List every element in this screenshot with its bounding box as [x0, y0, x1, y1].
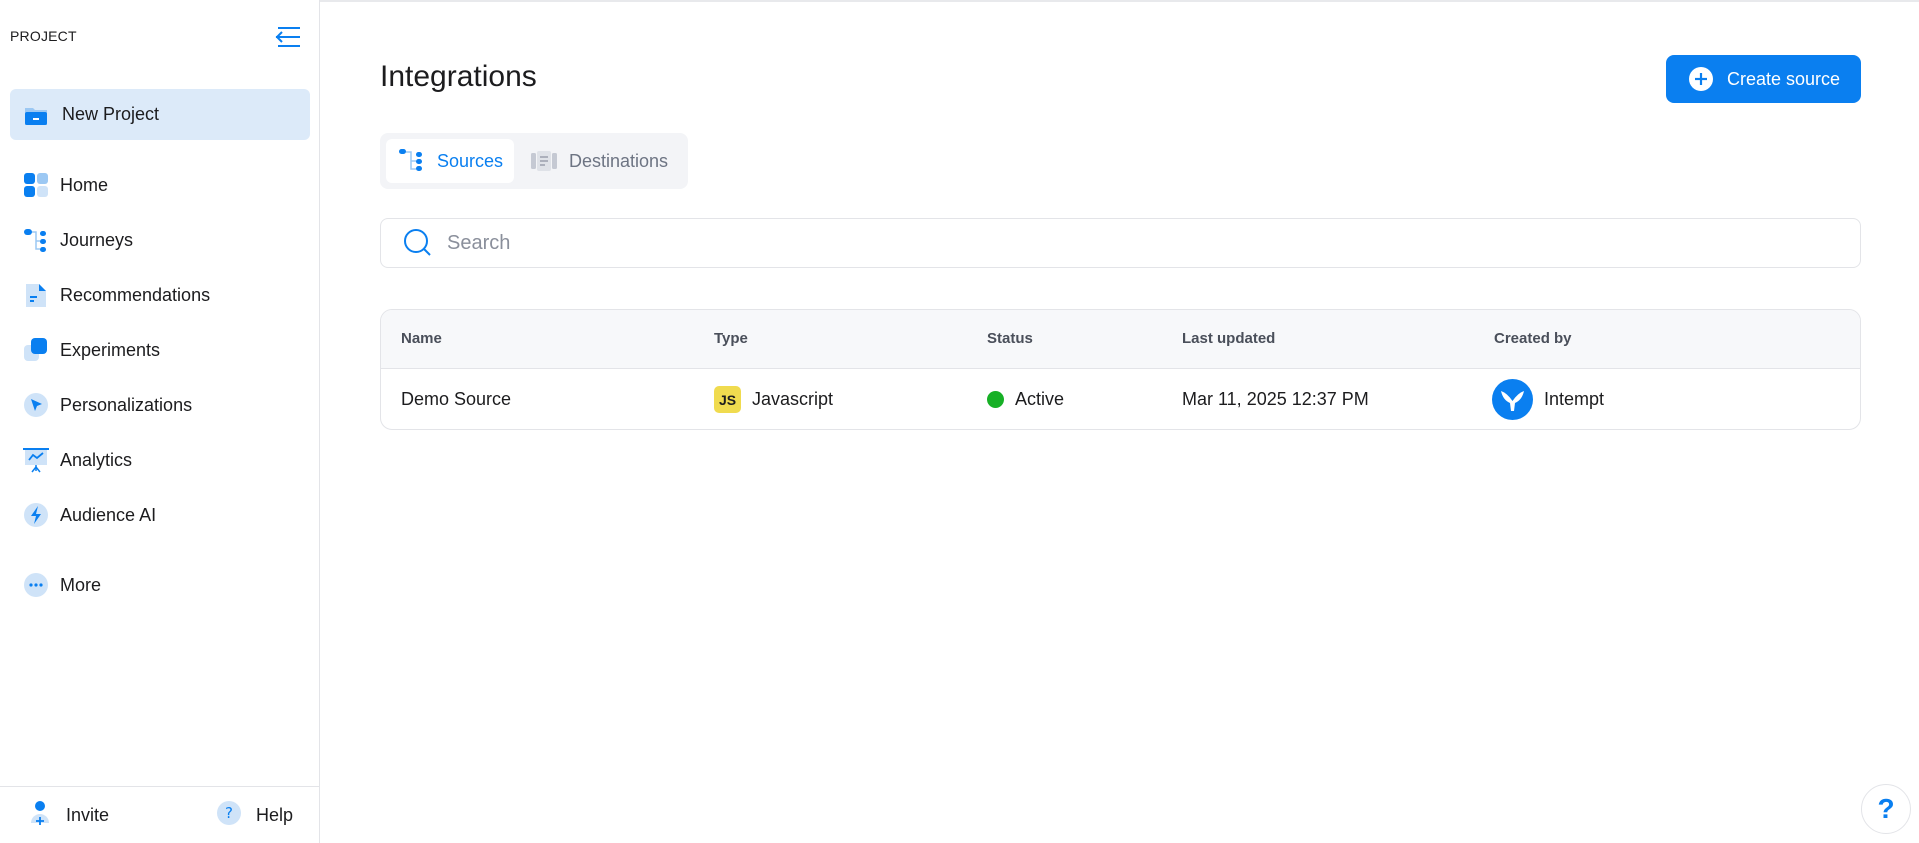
home-grid-icon	[22, 171, 50, 199]
journeys-icon	[22, 226, 50, 254]
help-floating-button[interactable]: ?	[1861, 784, 1911, 834]
destinations-icon	[529, 148, 559, 174]
status-active-dot-icon	[987, 391, 1004, 408]
project-name: New Project	[62, 104, 160, 124]
source-type-cell: JS Javascript	[714, 369, 834, 429]
experiments-icon	[22, 336, 50, 364]
search-input[interactable]	[447, 231, 1827, 255]
sidebar-item-label: Experiments	[60, 339, 161, 360]
sidebar-item-label: Analytics	[60, 449, 133, 470]
more-dots-icon	[22, 571, 50, 599]
question-mark-icon: ?	[1877, 793, 1895, 824]
source-type: Javascript	[752, 389, 834, 409]
javascript-icon: JS	[714, 386, 741, 413]
integration-tabs: Sources Destinations	[380, 133, 688, 189]
cursor-icon	[22, 391, 50, 419]
search-bar	[380, 218, 1861, 268]
plus-circle-icon	[1689, 67, 1713, 91]
sidebar-item-label: Audience AI	[60, 504, 157, 525]
help-label: Help	[256, 805, 294, 825]
sidebar-item-label: Personalizations	[60, 394, 193, 415]
sidebar-footer: Invite ? Help	[0, 786, 320, 843]
sidebar-item-label: Home	[60, 174, 109, 195]
sidebar-item-analytics[interactable]: Analytics	[10, 439, 310, 481]
folder-icon	[22, 101, 50, 129]
status-cell: Active	[987, 369, 1065, 429]
sidebar-item-journeys[interactable]: Journeys	[10, 219, 310, 261]
create-source-label: Create source	[1727, 68, 1841, 89]
collapse-sidebar-icon[interactable]	[274, 24, 302, 50]
sidebar-item-label: Journeys	[60, 229, 134, 250]
last-updated: Mar 11, 2025 12:37 PM	[1182, 389, 1369, 409]
invite-label: Invite	[66, 805, 110, 825]
sidebar-item-personalizations[interactable]: Personalizations	[10, 384, 310, 426]
help-button[interactable]: ? Help	[216, 787, 293, 843]
table-row[interactable]: Demo Source JS Javascript Active Mar 11,…	[381, 369, 1860, 429]
page-title: Integrations	[380, 60, 537, 93]
lightning-icon	[22, 501, 50, 529]
column-header-type[interactable]: Type	[714, 330, 748, 347]
presentation-chart-icon	[22, 446, 50, 474]
source-name: Demo Source	[401, 389, 512, 409]
invite-button[interactable]: Invite	[28, 787, 109, 843]
sidebar-item-experiments[interactable]: Experiments	[10, 329, 310, 371]
sidebar: PROJECT New Project Home Journeys Recomm…	[0, 0, 320, 843]
sidebar-section-label: PROJECT	[10, 28, 77, 44]
question-circle-icon: ?	[216, 800, 242, 831]
sidebar-item-label: More	[60, 574, 102, 595]
tab-destinations[interactable]: Destinations	[518, 139, 682, 183]
sidebar-item-more[interactable]: More	[10, 564, 310, 606]
table-header: Name Type Status Last updated Created by	[381, 310, 1860, 369]
sidebar-item-label: Recommendations	[60, 284, 211, 305]
created-by-name: Intempt	[1544, 389, 1605, 409]
search-icon	[403, 228, 433, 258]
sidebar-item-home[interactable]: Home	[10, 164, 310, 206]
tab-label: Destinations	[569, 150, 669, 171]
project-selector[interactable]: New Project	[10, 89, 310, 140]
svg-text:?: ?	[225, 804, 233, 822]
sources-table: Name Type Status Last updated Created by…	[380, 309, 1861, 430]
create-source-button[interactable]: Create source	[1666, 55, 1861, 103]
intempt-logo-icon	[1492, 379, 1533, 420]
sidebar-item-recommendations[interactable]: Recommendations	[10, 274, 310, 316]
tab-sources[interactable]: Sources	[386, 139, 514, 183]
column-header-status[interactable]: Status	[987, 330, 1033, 347]
sources-icon	[397, 148, 427, 174]
status-badge: Active	[1015, 389, 1065, 409]
created-by-cell: Intempt	[1492, 369, 1605, 429]
column-header-last-updated[interactable]: Last updated	[1182, 330, 1275, 347]
add-user-icon	[28, 799, 52, 832]
sidebar-item-audience-ai[interactable]: Audience AI	[10, 494, 310, 536]
tab-label: Sources	[437, 150, 504, 171]
column-header-name[interactable]: Name	[401, 330, 442, 347]
column-header-created-by[interactable]: Created by	[1494, 330, 1572, 347]
document-icon	[22, 281, 50, 309]
